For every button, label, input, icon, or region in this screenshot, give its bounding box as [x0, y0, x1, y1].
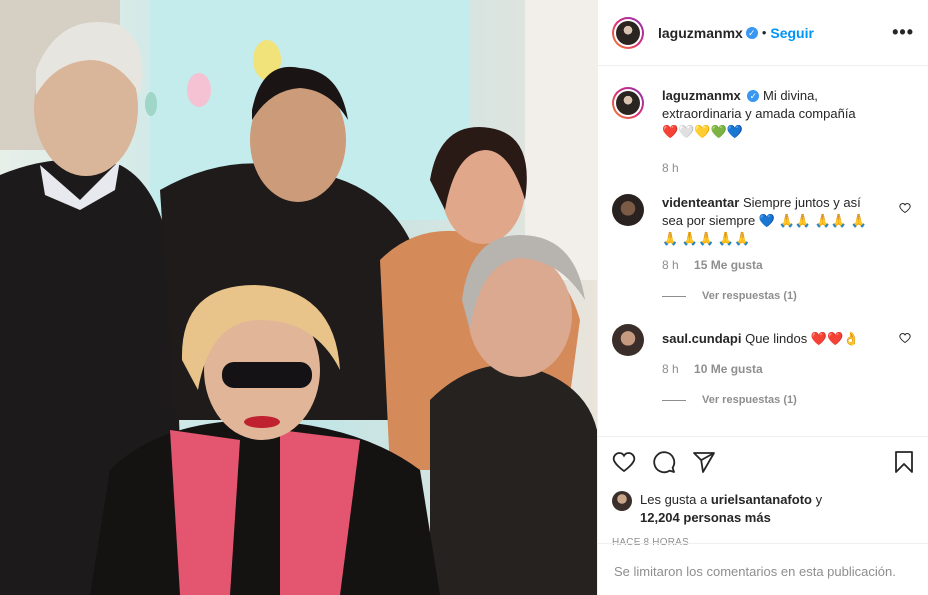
likes-summary: Les gusta a urielsantanafoto y 12,204 pe…	[612, 491, 914, 527]
action-icons-row	[612, 447, 914, 477]
replies-divider	[662, 295, 686, 297]
heart-icon[interactable]	[612, 450, 636, 474]
author-username[interactable]: laguzmanmx	[658, 25, 743, 41]
view-replies-button[interactable]: Ver respuestas (1)	[662, 394, 914, 406]
verified-icon: ✓	[747, 90, 760, 102]
follow-button[interactable]: Seguir	[770, 25, 814, 41]
comment-time[interactable]: 8 h	[662, 258, 679, 272]
comment-likes[interactable]: 10 Me gusta	[694, 362, 763, 376]
replies-divider	[662, 399, 686, 401]
comment-icon[interactable]	[652, 450, 676, 474]
comment-meta: 8 h 10 Me gusta	[662, 362, 914, 376]
verified-icon: ✓	[745, 26, 758, 39]
likes-prefix: Les gusta a	[640, 492, 708, 507]
author-avatar[interactable]	[612, 16, 644, 49]
more-options-icon[interactable]: •••	[892, 22, 914, 43]
post-header: laguzmanmx ✓ • Seguir •••	[598, 0, 928, 66]
heart-icon[interactable]	[899, 332, 911, 344]
post-actions: Les gusta a urielsantanafoto y 12,204 pe…	[598, 436, 928, 548]
comment-meta: 8 h 15 Me gusta	[662, 258, 914, 272]
caption-meta: 8 h	[662, 161, 914, 175]
view-replies-button[interactable]: Ver respuestas (1)	[662, 290, 914, 302]
liker-avatar[interactable]	[612, 491, 632, 511]
share-icon[interactable]	[692, 450, 716, 474]
bookmark-icon[interactable]	[892, 450, 916, 474]
comment-text-block: videnteantar Siempre juntos y así sea po…	[662, 194, 872, 248]
commenter-avatar[interactable]	[612, 324, 644, 356]
liker-username[interactable]: urielsantanafoto	[711, 492, 812, 507]
caption-time[interactable]: 8 h	[662, 161, 679, 175]
view-replies-label[interactable]: Ver respuestas (1)	[702, 394, 797, 406]
post-photo[interactable]	[0, 0, 597, 595]
commenter-avatar[interactable]	[612, 194, 644, 226]
caption-text-block: laguzmanmx ✓ Mi divina, extraordinaria y…	[662, 87, 872, 141]
comment-time[interactable]: 8 h	[662, 362, 679, 376]
caption-row: laguzmanmx ✓ Mi divina, extraordinaria y…	[612, 87, 914, 141]
heart-icon[interactable]	[899, 202, 911, 214]
comments-limited-notice: Se limitaron los comentarios en esta pub…	[598, 543, 928, 595]
comment-text: Que lindos ❤️❤️👌	[745, 331, 860, 346]
comment-row: saul.cundapi Que lindos ❤️❤️👌	[612, 324, 914, 356]
commenter-username[interactable]: saul.cundapi	[662, 331, 741, 346]
likes-text: Les gusta a urielsantanafoto y 12,204 pe…	[640, 491, 822, 527]
comments-list: laguzmanmx ✓ Mi divina, extraordinaria y…	[612, 87, 914, 406]
view-replies-label[interactable]: Ver respuestas (1)	[702, 290, 797, 302]
likes-and: y	[815, 492, 823, 507]
post-sidebar: laguzmanmx ✓ • Seguir ••• laguzmanmx ✓ M…	[597, 0, 928, 595]
group-photo-image	[0, 0, 597, 595]
caption-username[interactable]: laguzmanmx	[662, 88, 741, 103]
likes-count[interactable]: 12,204 personas más	[640, 510, 771, 525]
caption-avatar[interactable]	[612, 87, 644, 119]
comment-row: videnteantar Siempre juntos y así sea po…	[612, 194, 914, 248]
comment-likes[interactable]: 15 Me gusta	[694, 258, 763, 272]
commenter-username[interactable]: videnteantar	[662, 195, 739, 210]
separator-dot: •	[761, 25, 767, 40]
comment-text-block: saul.cundapi Que lindos ❤️❤️👌	[662, 324, 872, 356]
